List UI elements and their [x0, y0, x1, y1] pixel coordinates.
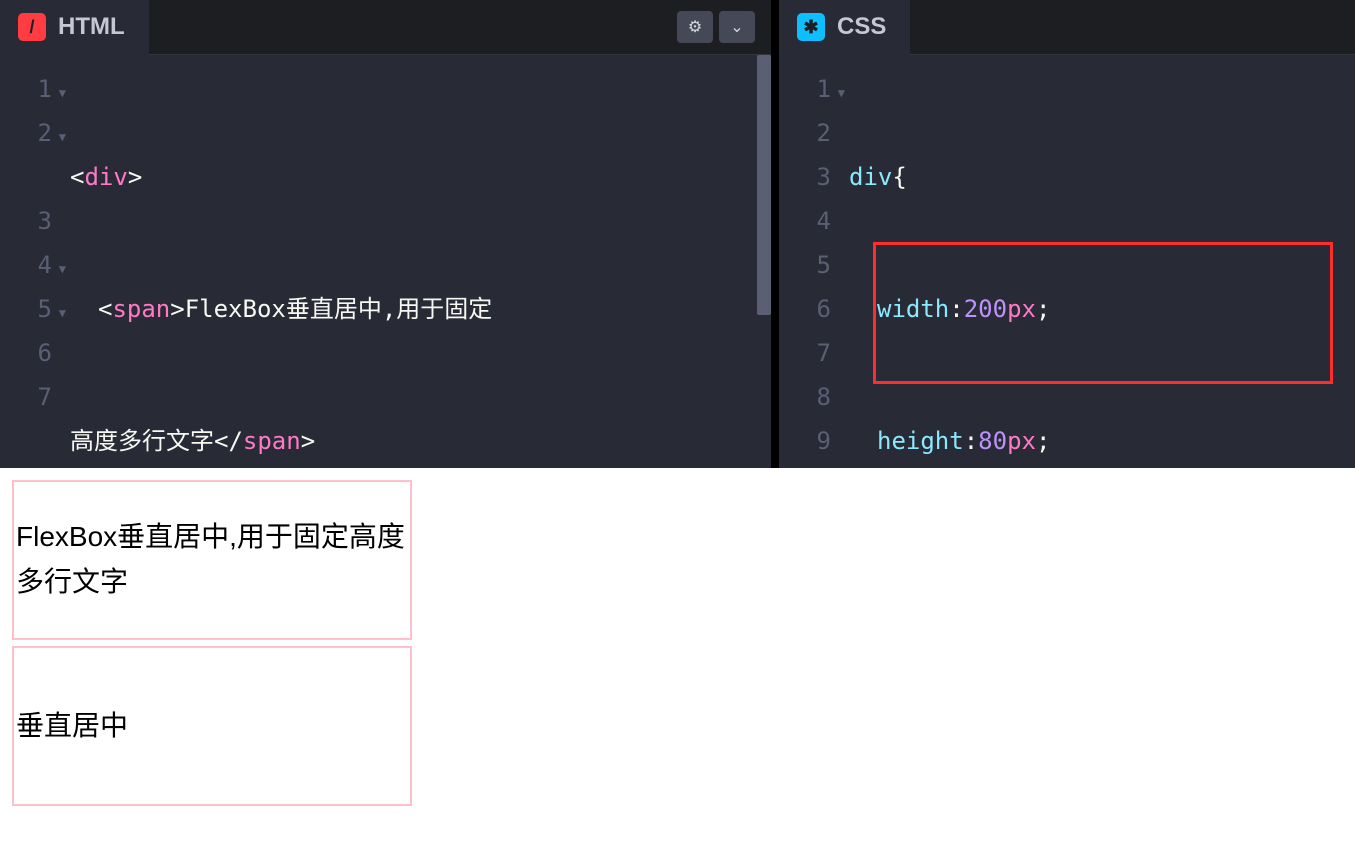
html-panel: / HTML ⚙ ⌄ 1▼ 2▼ 3 4▼ 5▼ 6 7 <div> <span…: [0, 0, 771, 468]
editor-split: / HTML ⚙ ⌄ 1▼ 2▼ 3 4▼ 5▼ 6 7 <div> <span…: [0, 0, 1355, 468]
fold-icon[interactable]: ▼: [59, 115, 66, 159]
css-code[interactable]: div{ width:200px; height:80px; border:1p…: [849, 55, 1355, 468]
html-code-editor[interactable]: 1▼ 2▼ 3 4▼ 5▼ 6 7 <div> <span>FlexBox垂直居…: [0, 55, 771, 468]
collapse-button[interactable]: ⌄: [719, 11, 755, 43]
css-panel-header: ✱ CSS: [779, 0, 1355, 55]
css-tab[interactable]: ✱ CSS: [779, 0, 910, 55]
css-icon: ✱: [797, 13, 825, 41]
preview-box-1: FlexBox垂直居中,用于固定高度多行文字: [12, 480, 412, 640]
settings-button[interactable]: ⚙: [677, 11, 713, 43]
html-code[interactable]: <div> <span>FlexBox垂直居中,用于固定 高度多行文字</spa…: [70, 55, 771, 468]
gear-icon: ⚙: [688, 17, 702, 37]
fold-icon[interactable]: ▼: [838, 71, 845, 115]
fold-icon[interactable]: ▼: [59, 71, 66, 115]
chevron-down-icon: ⌄: [730, 17, 743, 37]
css-gutter: 1▼ 2 3 4 5 6 7 8 9: [779, 55, 849, 468]
preview-pane: FlexBox垂直居中,用于固定高度多行文字 垂直居中: [0, 468, 1355, 824]
html-panel-header: / HTML ⚙ ⌄: [0, 0, 771, 55]
html-tab-label: HTML: [58, 13, 125, 41]
preview-text-2: 垂直居中: [16, 704, 408, 749]
html-tab[interactable]: / HTML: [0, 0, 149, 55]
html-gutter: 1▼ 2▼ 3 4▼ 5▼ 6 7: [0, 55, 70, 468]
scrollbar[interactable]: [757, 55, 771, 315]
fold-icon[interactable]: ▼: [59, 291, 66, 335]
css-panel: ✱ CSS 1▼ 2 3 4 5 6 7 8 9 div{ width:200p…: [779, 0, 1355, 468]
css-code-editor[interactable]: 1▼ 2 3 4 5 6 7 8 9 div{ width:200px; hei…: [779, 55, 1355, 468]
preview-box-2: 垂直居中: [12, 646, 412, 806]
css-tab-label: CSS: [837, 13, 886, 41]
preview-text-1: FlexBox垂直居中,用于固定高度多行文字: [16, 515, 408, 605]
html-icon: /: [18, 13, 46, 41]
fold-icon[interactable]: ▼: [59, 247, 66, 291]
